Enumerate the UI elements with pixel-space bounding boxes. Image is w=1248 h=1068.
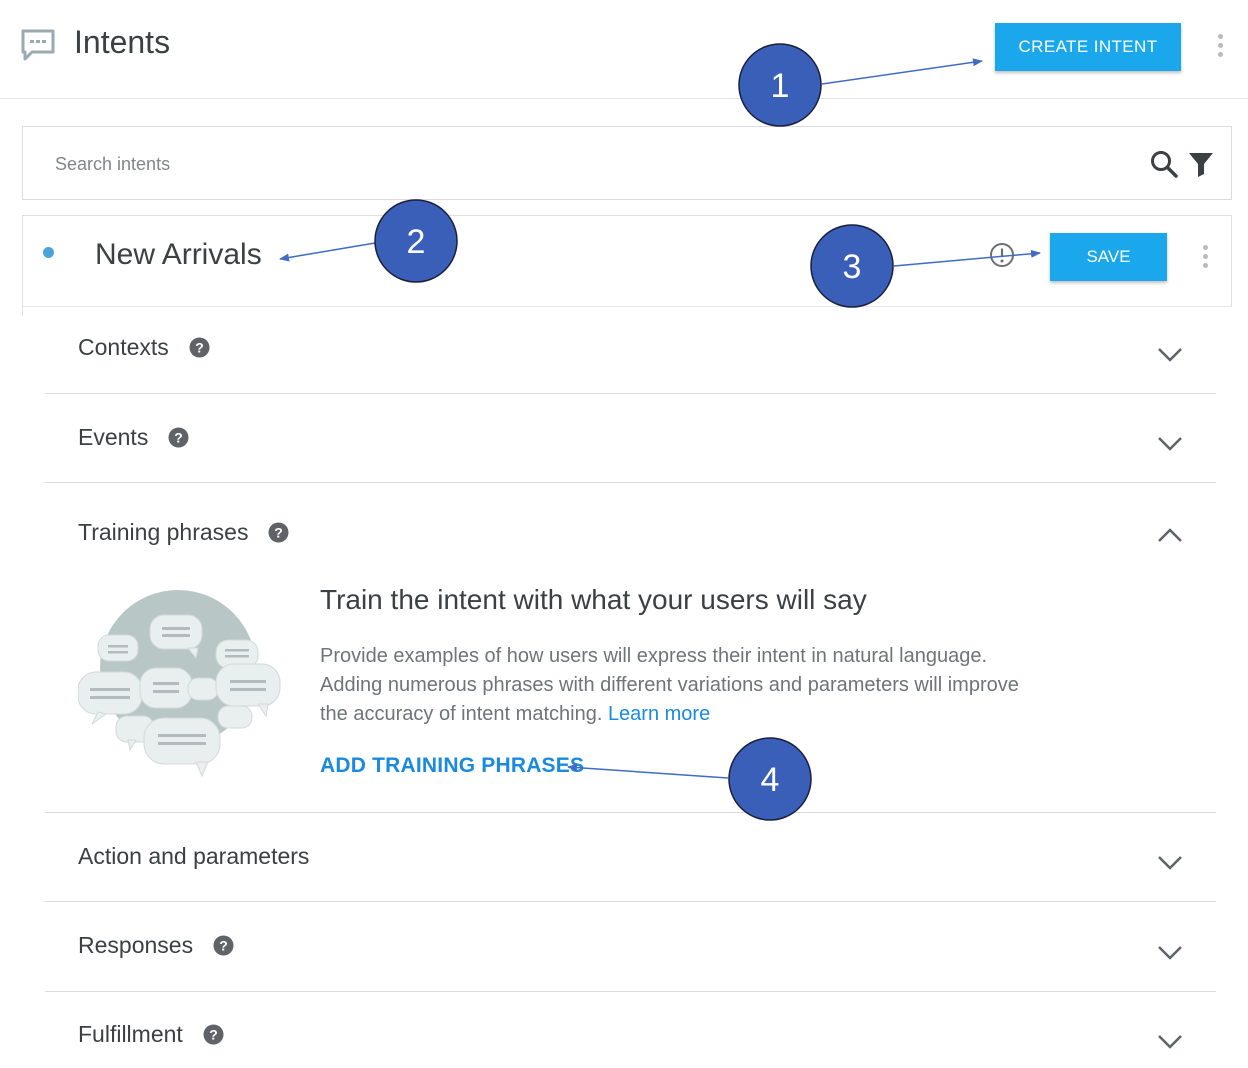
svg-text:?: ? <box>209 1027 218 1043</box>
intent-name[interactable]: New Arrivals <box>95 238 262 272</box>
learn-more-link[interactable]: Learn more <box>608 703 710 725</box>
chevron-down-icon[interactable] <box>1156 346 1184 364</box>
add-training-phrases-button[interactable]: ADD TRAINING PHRASES <box>320 754 584 778</box>
section-responses[interactable]: Responses ? <box>45 902 1216 992</box>
search-input[interactable] <box>55 149 1135 179</box>
intent-more-vert-icon[interactable] <box>1201 245 1209 268</box>
help-icon[interactable]: ? <box>268 522 289 543</box>
section-label: Fulfillment <box>78 1021 183 1047</box>
help-icon[interactable]: ? <box>189 337 210 358</box>
section-fulfillment[interactable]: Fulfillment ? <box>45 992 1216 1068</box>
section-events[interactable]: Events ? <box>45 394 1216 483</box>
svg-text:?: ? <box>219 938 228 954</box>
chat-logo-icon <box>21 29 55 61</box>
save-button[interactable]: SAVE <box>1050 233 1167 281</box>
intent-status-dot <box>43 247 54 258</box>
section-label: Action and parameters <box>78 843 310 869</box>
svg-text:?: ? <box>175 430 184 446</box>
svg-text:?: ? <box>195 340 204 356</box>
chevron-down-icon[interactable] <box>1156 435 1184 453</box>
top-header: Intents CREATE INTENT <box>0 0 1248 99</box>
section-label: Training phrases <box>78 519 249 545</box>
create-intent-button[interactable]: CREATE INTENT <box>995 23 1181 71</box>
intent-header: New Arrivals SAVE <box>22 215 1232 307</box>
chevron-down-icon[interactable] <box>1156 1033 1184 1051</box>
speech-bubbles-illustration <box>78 590 281 778</box>
search-icon[interactable] <box>1149 149 1179 179</box>
chevron-down-icon[interactable] <box>1156 944 1184 962</box>
section-label: Contexts <box>78 334 169 360</box>
training-title: Train the intent with what your users wi… <box>320 584 867 615</box>
section-label: Events <box>78 424 149 450</box>
svg-text:?: ? <box>275 525 284 541</box>
section-label: Responses <box>78 932 194 958</box>
filter-icon[interactable] <box>1187 150 1215 178</box>
search-box <box>22 126 1232 200</box>
page-title: Intents <box>74 24 171 60</box>
warning-icon[interactable] <box>989 242 1015 268</box>
help-icon[interactable]: ? <box>203 1024 224 1045</box>
section-action-parameters[interactable]: Action and parameters <box>45 813 1216 902</box>
divider <box>22 260 23 316</box>
section-contexts[interactable]: Contexts ? <box>45 307 1216 394</box>
header-more-vert-icon[interactable] <box>1216 34 1224 57</box>
help-icon[interactable]: ? <box>213 935 234 956</box>
chevron-up-icon[interactable] <box>1156 526 1184 544</box>
help-icon[interactable]: ? <box>168 427 189 448</box>
training-description: Provide examples of how users will expre… <box>320 642 1040 729</box>
chevron-down-icon[interactable] <box>1156 854 1184 872</box>
